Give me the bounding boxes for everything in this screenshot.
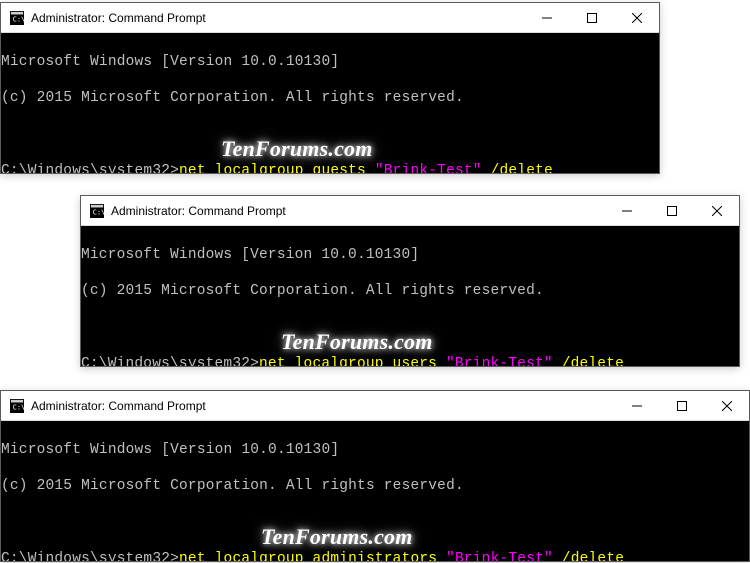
maximize-button[interactable] <box>649 196 694 225</box>
version-line: Microsoft Windows [Version 10.0.10130] <box>1 53 659 71</box>
titlebar[interactable]: C:\ Administrator: Command Prompt <box>1 3 659 33</box>
maximize-button[interactable] <box>659 391 704 420</box>
titlebar[interactable]: C:\ Administrator: Command Prompt <box>81 196 739 226</box>
command-prefix: net localgroup guests <box>179 163 375 173</box>
svg-text:C:\: C:\ <box>13 15 24 23</box>
command-user: "Brink-Test" <box>375 163 482 173</box>
close-button[interactable] <box>704 391 749 420</box>
svg-text:C:\: C:\ <box>93 208 104 216</box>
command-prefix: net localgroup users <box>259 356 446 366</box>
cmd-icon: C:\ <box>9 398 25 414</box>
window-title: Administrator: Command Prompt <box>31 399 614 413</box>
cmd-window-2: C:\ Administrator: Command Prompt Micros… <box>80 195 740 367</box>
window-title: Administrator: Command Prompt <box>111 204 604 218</box>
window-controls <box>524 3 659 32</box>
window-title: Administrator: Command Prompt <box>31 11 524 25</box>
command-line: C:\Windows\system32>net localgroup guest… <box>1 162 659 173</box>
minimize-button[interactable] <box>604 196 649 225</box>
minimize-button[interactable] <box>614 391 659 420</box>
cmd-window-1: C:\ Administrator: Command Prompt Micros… <box>0 2 660 174</box>
terminal-output[interactable]: Microsoft Windows [Version 10.0.10130] (… <box>1 33 659 173</box>
terminal-output[interactable]: Microsoft Windows [Version 10.0.10130] (… <box>81 226 739 366</box>
cmd-icon: C:\ <box>89 203 105 219</box>
copyright-line: (c) 2015 Microsoft Corporation. All righ… <box>1 89 659 107</box>
maximize-button[interactable] <box>569 3 614 32</box>
command-suffix: /delete <box>482 163 553 173</box>
command-prefix: net localgroup administrators <box>179 551 446 561</box>
titlebar[interactable]: C:\ Administrator: Command Prompt <box>1 391 749 421</box>
prompt-text: C:\Windows\system32> <box>1 551 179 561</box>
copyright-line: (c) 2015 Microsoft Corporation. All righ… <box>81 282 739 300</box>
cmd-window-3: C:\ Administrator: Command Prompt Micros… <box>0 390 750 562</box>
version-line: Microsoft Windows [Version 10.0.10130] <box>1 441 749 459</box>
close-button[interactable] <box>614 3 659 32</box>
command-suffix: /delete <box>553 551 624 561</box>
svg-text:C:\: C:\ <box>13 403 24 411</box>
command-line: C:\Windows\system32>net localgroup users… <box>81 355 739 366</box>
terminal-output[interactable]: Microsoft Windows [Version 10.0.10130] (… <box>1 421 749 561</box>
close-button[interactable] <box>694 196 739 225</box>
command-suffix: /delete <box>553 356 624 366</box>
prompt-text: C:\Windows\system32> <box>1 163 179 173</box>
command-line: C:\Windows\system32>net localgroup admin… <box>1 550 749 561</box>
copyright-line: (c) 2015 Microsoft Corporation. All righ… <box>1 477 749 495</box>
command-user: "Brink-Test" <box>446 356 553 366</box>
version-line: Microsoft Windows [Version 10.0.10130] <box>81 246 739 264</box>
cmd-icon: C:\ <box>9 10 25 26</box>
command-user: "Brink-Test" <box>446 551 553 561</box>
window-controls <box>614 391 749 420</box>
minimize-button[interactable] <box>524 3 569 32</box>
window-controls <box>604 196 739 225</box>
prompt-text: C:\Windows\system32> <box>81 356 259 366</box>
